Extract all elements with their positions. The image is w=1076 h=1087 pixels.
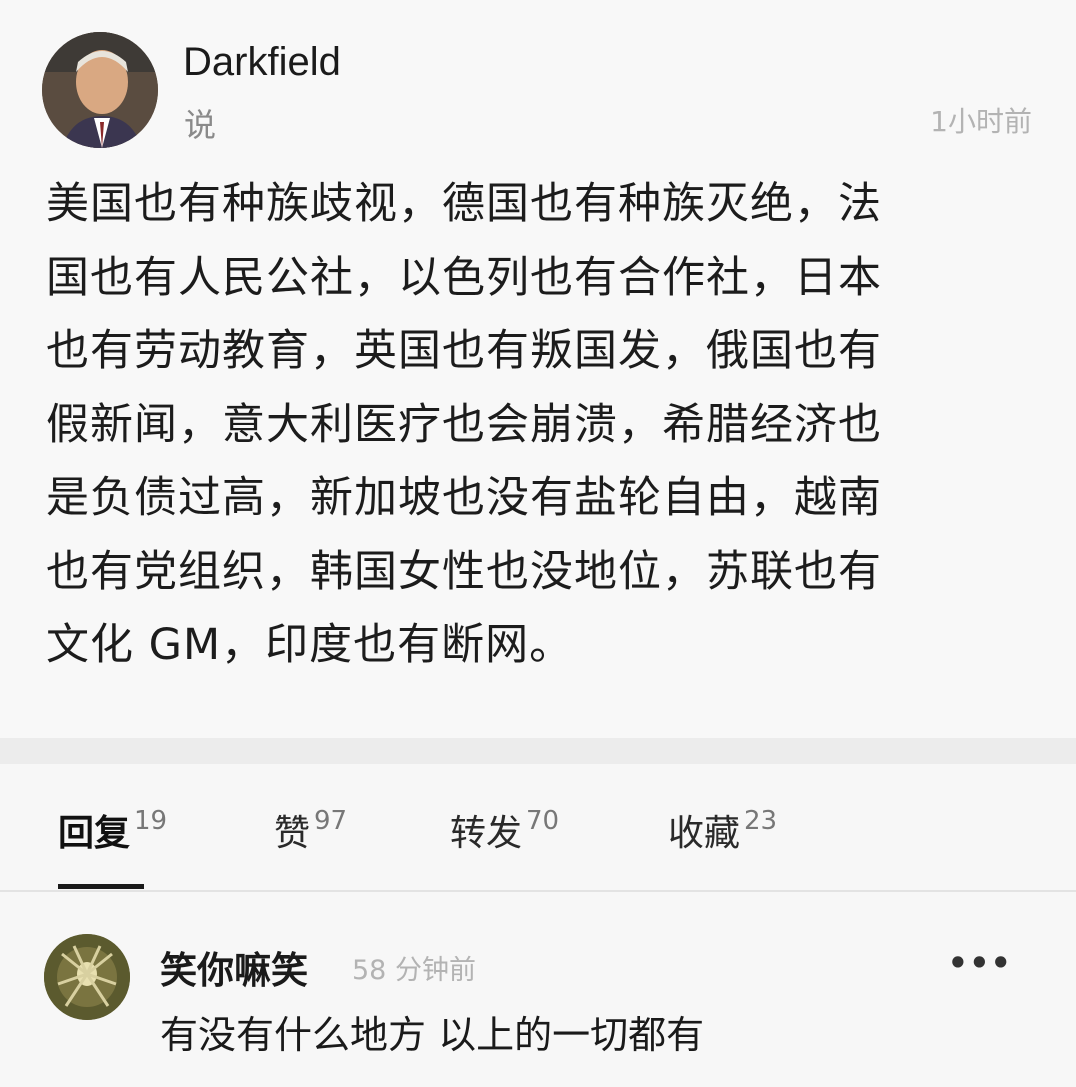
interaction-tabs: 回复 19 赞 97 转发 70 收藏 23 xyxy=(0,764,1076,892)
tab-replies[interactable]: 回复 19 xyxy=(58,804,167,856)
post-line: 假新闻，意大利医疗也会崩溃，希腊经济也 xyxy=(46,399,882,450)
commenter-avatar[interactable] xyxy=(44,934,130,1020)
comment-text: 有没有什么地方 以上的一切都有 xyxy=(160,1013,705,1057)
tab-count: 97 xyxy=(314,806,348,836)
post-line: 也有党组织，韩国女性也没地位，苏联也有 xyxy=(46,546,882,597)
post-line: 文化 GM，印度也有断网。 xyxy=(46,620,574,670)
comment-timestamp: 58 分钟前 xyxy=(352,955,476,986)
active-tab-indicator xyxy=(58,884,144,889)
commenter-name[interactable]: 笑你嘛笑 xyxy=(160,940,308,994)
author-avatar[interactable] xyxy=(42,32,158,148)
section-divider xyxy=(0,738,1076,764)
more-dots-icon[interactable]: ••• xyxy=(948,944,1012,982)
tab-count: 19 xyxy=(134,806,168,836)
comment-item: 笑你嘛笑 58 分钟前 ••• 有没有什么地方 以上的一切都有 xyxy=(0,892,1076,1087)
tab-count: 70 xyxy=(526,806,560,836)
tab-label: 回复 xyxy=(58,813,131,854)
tab-likes[interactable]: 赞 97 xyxy=(274,804,347,856)
tab-label: 赞 xyxy=(274,813,311,854)
tab-label: 收藏 xyxy=(668,813,741,854)
post-body: 美国也有种族歧视，德国也有种族灭绝，法 国也有人民公社，以色列也有合作社，日本 … xyxy=(46,168,996,683)
post-line: 国也有人民公社，以色列也有合作社，日本 xyxy=(46,252,882,303)
post-timestamp: 1小时前 xyxy=(930,105,1032,138)
tab-label: 转发 xyxy=(450,813,523,854)
post-card: Darkfield 说 1小时前 美国也有种族歧视，德国也有种族灭绝，法 国也有… xyxy=(0,0,1076,738)
post-line: 美国也有种族歧视，德国也有种族灭绝，法 xyxy=(46,179,882,229)
tab-count: 23 xyxy=(744,806,778,836)
tab-reposts[interactable]: 转发 70 xyxy=(450,804,559,856)
tab-favorites[interactable]: 收藏 23 xyxy=(668,804,777,856)
author-name[interactable]: Darkfield xyxy=(183,40,341,85)
post-line: 也有劳动教育，英国也有叛国发，俄国也有 xyxy=(46,326,882,376)
post-line: 是负债过高，新加坡也没有盐轮自由，越南 xyxy=(46,473,882,523)
post-verb: 说 xyxy=(184,106,217,144)
